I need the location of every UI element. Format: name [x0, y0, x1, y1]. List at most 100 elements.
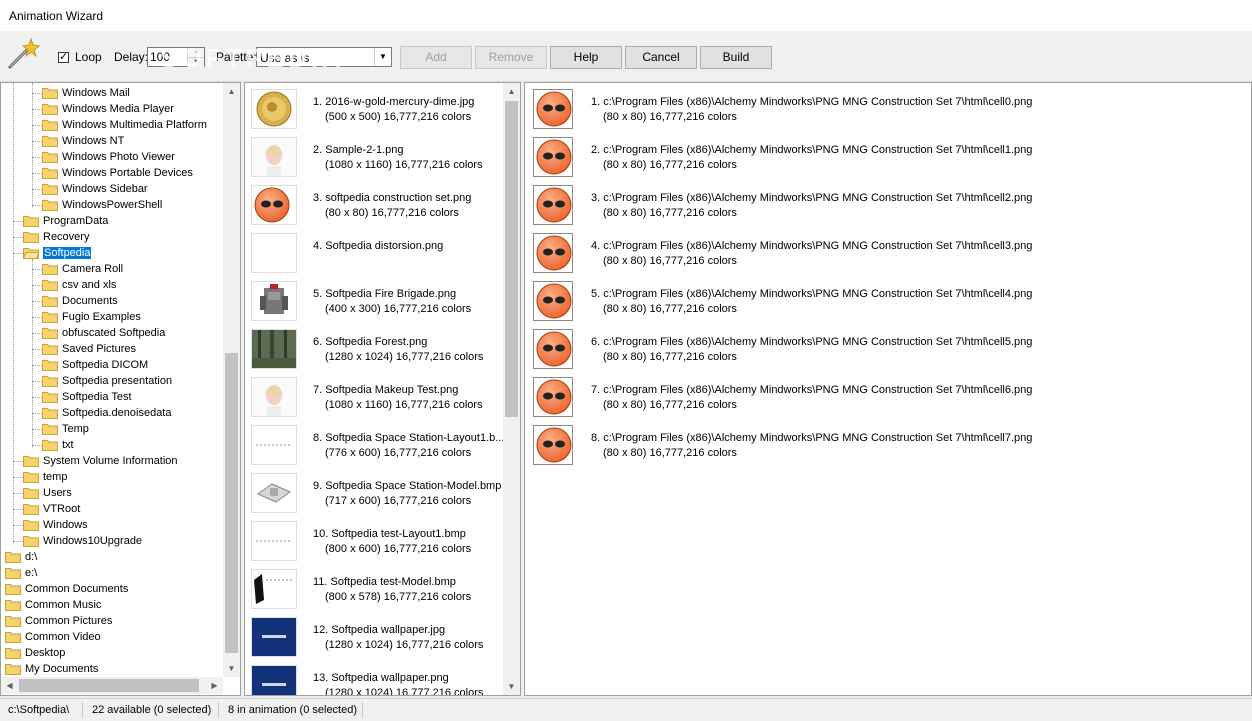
tree-item[interactable]: Softpedia Test: [42, 389, 132, 405]
available-scroll-thumb[interactable]: [505, 101, 518, 417]
tree-connector: [13, 237, 23, 238]
scroll-up-icon[interactable]: ▲: [503, 83, 520, 100]
delay-spinner-buttons[interactable]: ▲ ▼: [187, 48, 204, 67]
delay-spinner[interactable]: ▲ ▼: [147, 47, 205, 67]
tree-hscroll-thumb[interactable]: [19, 679, 199, 692]
tree-item[interactable]: Softpedia.denoisedata: [42, 405, 171, 421]
tree-item[interactable]: Common Documents: [5, 581, 128, 597]
tree-item[interactable]: txt: [42, 437, 74, 453]
spin-up-icon[interactable]: ▲: [188, 48, 204, 57]
tree-item[interactable]: Common Video: [5, 629, 101, 645]
tree-item[interactable]: Saved Pictures: [42, 341, 136, 357]
tree-connector: [32, 365, 42, 366]
tree-item[interactable]: Recovery: [23, 229, 89, 245]
tree-item[interactable]: d:\: [5, 549, 37, 565]
image-thumbnail: [251, 665, 297, 695]
list-item[interactable]: 10. Softpedia test-Layout1.bmp (800 x 600…: [251, 521, 501, 569]
list-item[interactable]: 1. 2016-w-gold-mercury-dime.jpg (500 x 50…: [251, 89, 501, 137]
loop-checkbox-box[interactable]: [58, 50, 69, 63]
tree-item[interactable]: Softpedia: [23, 245, 92, 261]
list-item[interactable]: 13. Softpedia wallpaper.png (1280 x 1024)…: [251, 665, 501, 695]
tree-item[interactable]: Camera Roll: [42, 261, 123, 277]
folder-tree[interactable]: Windows Mail Windows Media Player Windows …: [0, 82, 241, 696]
tree-item[interactable]: Windows Sidebar: [42, 181, 148, 197]
list-item[interactable]: 6. Softpedia Forest.png (1280 x 1024) 16,…: [251, 329, 501, 377]
tree-item[interactable]: Temp: [42, 421, 89, 437]
list-item[interactable]: 3. softpedia construction set.png (80 x 8…: [251, 185, 501, 233]
tree-item[interactable]: Users: [23, 485, 72, 501]
add-button[interactable]: Add: [400, 46, 472, 69]
list-item[interactable]: 9. Softpedia Space Station-Model.bmp (717…: [251, 473, 501, 521]
frame-thumbnail: [533, 89, 573, 129]
tree-item[interactable]: Windows Mail: [42, 85, 130, 101]
list-item[interactable]: 4. Softpedia distorsion.png: [251, 233, 501, 281]
tree-item[interactable]: Common Pictures: [5, 613, 112, 629]
folder-icon: [42, 296, 58, 307]
tree-item[interactable]: System Volume Information: [23, 453, 178, 469]
tree-item[interactable]: Windows NT: [42, 133, 124, 149]
tree-item[interactable]: My Documents: [5, 661, 98, 677]
available-vertical-scrollbar[interactable]: ▲ ▼: [503, 83, 520, 695]
folder-icon: [5, 648, 21, 659]
list-item[interactable]: 12. Softpedia wallpaper.jpg (1280 x 1024)…: [251, 617, 501, 665]
animation-frame-item[interactable]: 1. c:\Program Files (x86)\Alchemy Mindwo…: [533, 89, 1233, 137]
chevron-down-icon[interactable]: ▼: [374, 48, 391, 66]
delay-input[interactable]: [150, 49, 188, 64]
list-item[interactable]: 7. Softpedia Makeup Test.png (1080 x 1160…: [251, 377, 501, 425]
scroll-down-icon[interactable]: ▼: [503, 678, 520, 695]
scroll-left-icon[interactable]: ◀: [1, 677, 18, 694]
tree-item[interactable]: Softpedia DICOM: [42, 357, 148, 373]
remove-button[interactable]: Remove: [475, 46, 547, 69]
animation-frame-item[interactable]: 5. c:\Program Files (x86)\Alchemy Mindwo…: [533, 281, 1233, 329]
animation-frame-item[interactable]: 8. c:\Program Files (x86)\Alchemy Mindwo…: [533, 425, 1233, 473]
tree-item[interactable]: Softpedia presentation: [42, 373, 172, 389]
tree-item[interactable]: Windows Multimedia Platform: [42, 117, 207, 133]
tree-item[interactable]: Desktop: [5, 645, 65, 661]
list-item[interactable]: 8. Softpedia Space Station-Layout1.b... (…: [251, 425, 504, 473]
animation-frame-item[interactable]: 2. c:\Program Files (x86)\Alchemy Mindwo…: [533, 137, 1233, 185]
list-item[interactable]: 11. Softpedia test-Model.bmp (800 x 578) …: [251, 569, 501, 617]
animation-frame-item[interactable]: 7. c:\Program Files (x86)\Alchemy Mindwo…: [533, 377, 1233, 425]
tree-item[interactable]: csv and xls: [42, 277, 116, 293]
frame-thumbnail: [533, 281, 573, 321]
folder-icon: [23, 232, 39, 243]
animation-frames-list[interactable]: 1. c:\Program Files (x86)\Alchemy Mindwo…: [524, 82, 1252, 696]
tree-item[interactable]: VTRoot: [23, 501, 80, 517]
build-button[interactable]: Build: [700, 46, 772, 69]
spin-down-icon[interactable]: ▼: [188, 57, 204, 67]
cancel-button[interactable]: Cancel: [625, 46, 697, 69]
tree-item[interactable]: Windows Photo Viewer: [42, 149, 175, 165]
tree-item[interactable]: temp: [23, 469, 67, 485]
tree-item[interactable]: Windows Portable Devices: [42, 165, 193, 181]
tree-item-label: Windows Portable Devices: [62, 167, 193, 179]
tree-item[interactable]: Documents: [42, 293, 118, 309]
tree-horizontal-scrollbar[interactable]: ◀ ▶: [1, 677, 223, 694]
animation-frame-item[interactable]: 6. c:\Program Files (x86)\Alchemy Mindwo…: [533, 329, 1233, 377]
tree-item[interactable]: WindowsPowerShell: [42, 197, 162, 213]
tree-item[interactable]: Windows Media Player: [42, 101, 174, 117]
animation-frame-item[interactable]: 3. c:\Program Files (x86)\Alchemy Mindwo…: [533, 185, 1233, 233]
tree-vertical-scrollbar[interactable]: ▲ ▼: [223, 83, 240, 677]
tree-item-label: System Volume Information: [43, 455, 178, 467]
tree-item[interactable]: ProgramData: [23, 213, 108, 229]
tree-item[interactable]: obfuscated Softpedia: [42, 325, 165, 341]
list-item[interactable]: 2. Sample-2-1.png (1080 x 1160) 16,777,21…: [251, 137, 501, 185]
animation-frame-item[interactable]: 4. c:\Program Files (x86)\Alchemy Mindwo…: [533, 233, 1233, 281]
magic-wand-icon: [8, 37, 40, 69]
palette-select[interactable]: Use as is ▼: [256, 47, 392, 67]
scroll-down-icon[interactable]: ▼: [223, 660, 240, 677]
tree-item[interactable]: e:\: [5, 565, 37, 581]
available-images-list[interactable]: 1. 2016-w-gold-mercury-dime.jpg (500 x 50…: [244, 82, 521, 696]
item-info: (1280 x 1024) 16,777,216 colors: [325, 639, 484, 651]
list-item[interactable]: 5. Softpedia Fire Brigade.png (400 x 300)…: [251, 281, 501, 329]
loop-checkbox[interactable]: Loop: [58, 50, 102, 64]
tree-item-label: Windows Multimedia Platform: [62, 119, 207, 131]
scroll-up-icon[interactable]: ▲: [223, 83, 240, 100]
scroll-right-icon[interactable]: ▶: [206, 677, 223, 694]
tree-item[interactable]: Common Music: [5, 597, 101, 613]
tree-item[interactable]: Windows10Upgrade: [23, 533, 142, 549]
tree-scroll-thumb[interactable]: [225, 353, 238, 653]
tree-item[interactable]: Windows: [23, 517, 88, 533]
help-button[interactable]: Help: [550, 46, 622, 69]
tree-item[interactable]: Fugio Examples: [42, 309, 141, 325]
